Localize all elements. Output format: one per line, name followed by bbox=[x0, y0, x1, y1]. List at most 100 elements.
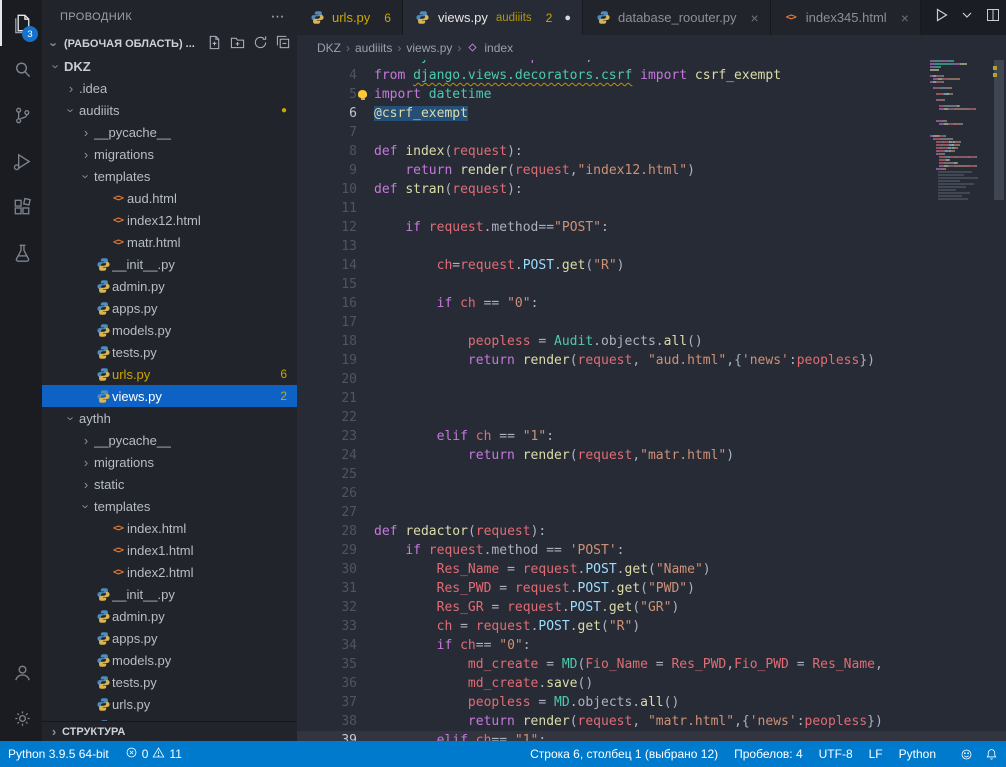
vertical-scrollbar[interactable] bbox=[992, 60, 1006, 741]
indentation-status[interactable]: Пробелов: 4 bbox=[726, 741, 811, 767]
outline-section-header[interactable]: › СТРУКТУРА bbox=[42, 721, 297, 741]
activitybar-testing[interactable] bbox=[0, 230, 42, 276]
tree-item-index1.html[interactable]: ›<>index1.html bbox=[42, 539, 297, 561]
code-line-26[interactable]: 26 bbox=[297, 484, 1006, 503]
code-line-15[interactable]: 15 bbox=[297, 275, 1006, 294]
scrollbar-thumb[interactable] bbox=[994, 60, 1004, 200]
code-line-5[interactable]: 5import datetime bbox=[297, 85, 1006, 104]
modified-dot-icon[interactable]: ● bbox=[564, 12, 571, 24]
tab-urls.py[interactable]: urls.py6 bbox=[297, 0, 403, 35]
activitybar-search[interactable] bbox=[0, 46, 42, 92]
code-line-30[interactable]: 30 Res_Name = request.POST.get("Name") bbox=[297, 560, 1006, 579]
tree-item-__pycache__[interactable]: ›__pycache__ bbox=[42, 121, 297, 143]
activitybar-settings[interactable] bbox=[0, 695, 42, 741]
problems-status[interactable]: 0 11 bbox=[117, 741, 190, 767]
eol-status[interactable]: LF bbox=[861, 741, 891, 767]
tree-item-__pycache__[interactable]: ›__pycache__ bbox=[42, 429, 297, 451]
code-line-36[interactable]: 36 md_create.save() bbox=[297, 674, 1006, 693]
breadcrumb-item-audiiits[interactable]: audiiits bbox=[355, 41, 392, 55]
tree-item-static[interactable]: ›static bbox=[42, 473, 297, 495]
tree-item-matr.html[interactable]: ›<>matr.html bbox=[42, 231, 297, 253]
lightbulb-icon[interactable] bbox=[358, 90, 367, 98]
new-file-icon[interactable] bbox=[207, 35, 222, 53]
code-line-12[interactable]: 12 if request.method=="POST": bbox=[297, 218, 1006, 237]
tree-item-index.html[interactable]: ›<>index.html bbox=[42, 517, 297, 539]
tree-item-views.py[interactable]: ›views.py bbox=[42, 715, 297, 721]
code-line-16[interactable]: 16 if ch == "0": bbox=[297, 294, 1006, 313]
activitybar-run-debug[interactable] bbox=[0, 138, 42, 184]
close-icon[interactable]: × bbox=[751, 10, 759, 26]
run-icon[interactable] bbox=[933, 7, 949, 28]
code-line-8[interactable]: 8def index(request): bbox=[297, 142, 1006, 161]
tree-item-tests.py[interactable]: ›tests.py bbox=[42, 671, 297, 693]
workspace-section-header[interactable]: › (РАБОЧАЯ ОБЛАСТЬ) ... bbox=[42, 33, 297, 55]
tree-item-aud.html[interactable]: ›<>aud.html bbox=[42, 187, 297, 209]
tree-item-admin.py[interactable]: ›admin.py bbox=[42, 275, 297, 297]
tree-item-urls.py[interactable]: ›urls.py bbox=[42, 693, 297, 715]
tree-item-migrations[interactable]: ›migrations bbox=[42, 143, 297, 165]
tab-views.py[interactable]: views.pyaudiiits2● bbox=[403, 0, 583, 35]
tree-item-admin.py[interactable]: ›admin.py bbox=[42, 605, 297, 627]
code-line-27[interactable]: 27 bbox=[297, 503, 1006, 522]
code-line-29[interactable]: 29 if request.method == 'POST': bbox=[297, 541, 1006, 560]
code-line-33[interactable]: 33 ch = request.POST.get("R") bbox=[297, 617, 1006, 636]
python-interpreter-status[interactable]: Python 3.9.5 64-bit bbox=[0, 741, 117, 767]
refresh-icon[interactable] bbox=[253, 35, 268, 53]
tree-item-models.py[interactable]: ›models.py bbox=[42, 649, 297, 671]
code-line-34[interactable]: 34 if ch== "0": bbox=[297, 636, 1006, 655]
cursor-position-status[interactable]: Строка 6, столбец 1 (выбрано 12) bbox=[522, 741, 726, 767]
collapse-all-icon[interactable] bbox=[276, 35, 291, 53]
code-line-28[interactable]: 28def redactor(request): bbox=[297, 522, 1006, 541]
tree-item-index12.html[interactable]: ›<>index12.html bbox=[42, 209, 297, 231]
code-line-25[interactable]: 25 bbox=[297, 465, 1006, 484]
tree-item-urls.py[interactable]: ›urls.py6 bbox=[42, 363, 297, 385]
code-line-7[interactable]: 7 bbox=[297, 123, 1006, 142]
code-line-10[interactable]: 10def stran(request): bbox=[297, 180, 1006, 199]
bell-icon[interactable] bbox=[985, 748, 998, 761]
tree-item-templates[interactable]: ›templates bbox=[42, 495, 297, 517]
tree-item-__init__.py[interactable]: ›__init__.py bbox=[42, 253, 297, 275]
code-line-31[interactable]: 31 Res_PWD = request.POST.get("PWD") bbox=[297, 579, 1006, 598]
code-line-14[interactable]: 14 ch=request.POST.get("R") bbox=[297, 256, 1006, 275]
activitybar-account[interactable] bbox=[0, 649, 42, 695]
tree-item-aythh[interactable]: ›aythh bbox=[42, 407, 297, 429]
breadcrumb-item-views.py[interactable]: views.py bbox=[406, 41, 452, 55]
tree-item-views.py[interactable]: ›views.py2 bbox=[42, 385, 297, 407]
breadcrumb-item-DKZ[interactable]: DKZ bbox=[317, 41, 341, 55]
tree-item-.idea[interactable]: ›.idea bbox=[42, 77, 297, 99]
tab-database_roouter.py[interactable]: database_roouter.py× bbox=[583, 0, 771, 35]
tree-item-index2.html[interactable]: ›<>index2.html bbox=[42, 561, 297, 583]
language-mode-status[interactable]: Python bbox=[891, 741, 944, 767]
split-editor-icon[interactable] bbox=[985, 7, 1001, 28]
code-line-38[interactable]: 38 return render(request, "matr.html",{'… bbox=[297, 712, 1006, 731]
code-line-17[interactable]: 17 bbox=[297, 313, 1006, 332]
breadcrumb-item-index[interactable]: index bbox=[484, 41, 513, 55]
code-line-6[interactable]: 6@csrf_exempt bbox=[297, 104, 1006, 123]
code-line-20[interactable]: 20 bbox=[297, 370, 1006, 389]
encoding-status[interactable]: UTF-8 bbox=[811, 741, 861, 767]
code-line-37[interactable]: 37 peopless = MD.objects.all() bbox=[297, 693, 1006, 712]
tree-item-DKZ[interactable]: ›DKZ bbox=[42, 55, 297, 77]
activitybar-extensions[interactable] bbox=[0, 184, 42, 230]
code-line-21[interactable]: 21 bbox=[297, 389, 1006, 408]
activitybar-source-control[interactable] bbox=[0, 92, 42, 138]
close-icon[interactable]: × bbox=[901, 10, 909, 26]
activitybar-explorer[interactable]: 3 bbox=[0, 0, 42, 46]
code-editor[interactable]: 3from aythh.models import MD,Audit4from … bbox=[297, 60, 1006, 741]
code-line-13[interactable]: 13 bbox=[297, 237, 1006, 256]
chevron-down-icon[interactable] bbox=[959, 7, 975, 28]
code-line-9[interactable]: 9 return render(request,"index12.html") bbox=[297, 161, 1006, 180]
tree-item-models.py[interactable]: ›models.py bbox=[42, 319, 297, 341]
tree-item-tests.py[interactable]: ›tests.py bbox=[42, 341, 297, 363]
code-line-19[interactable]: 19 return render(request, "aud.html",{'n… bbox=[297, 351, 1006, 370]
code-line-39[interactable]: 39 elif ch== "1": bbox=[297, 731, 1006, 741]
code-line-22[interactable]: 22 bbox=[297, 408, 1006, 427]
code-line-11[interactable]: 11 bbox=[297, 199, 1006, 218]
minimap[interactable] bbox=[930, 60, 992, 741]
tab-index345.html[interactable]: <>index345.html× bbox=[771, 0, 921, 35]
feedback-icon[interactable] bbox=[960, 748, 973, 761]
code-line-4[interactable]: 4from django.views.decorators.csrf impor… bbox=[297, 66, 1006, 85]
tree-item-apps.py[interactable]: ›apps.py bbox=[42, 627, 297, 649]
code-line-35[interactable]: 35 md_create = MD(Fio_Name = Res_PWD,Fio… bbox=[297, 655, 1006, 674]
code-line-32[interactable]: 32 Res_GR = request.POST.get("GR") bbox=[297, 598, 1006, 617]
